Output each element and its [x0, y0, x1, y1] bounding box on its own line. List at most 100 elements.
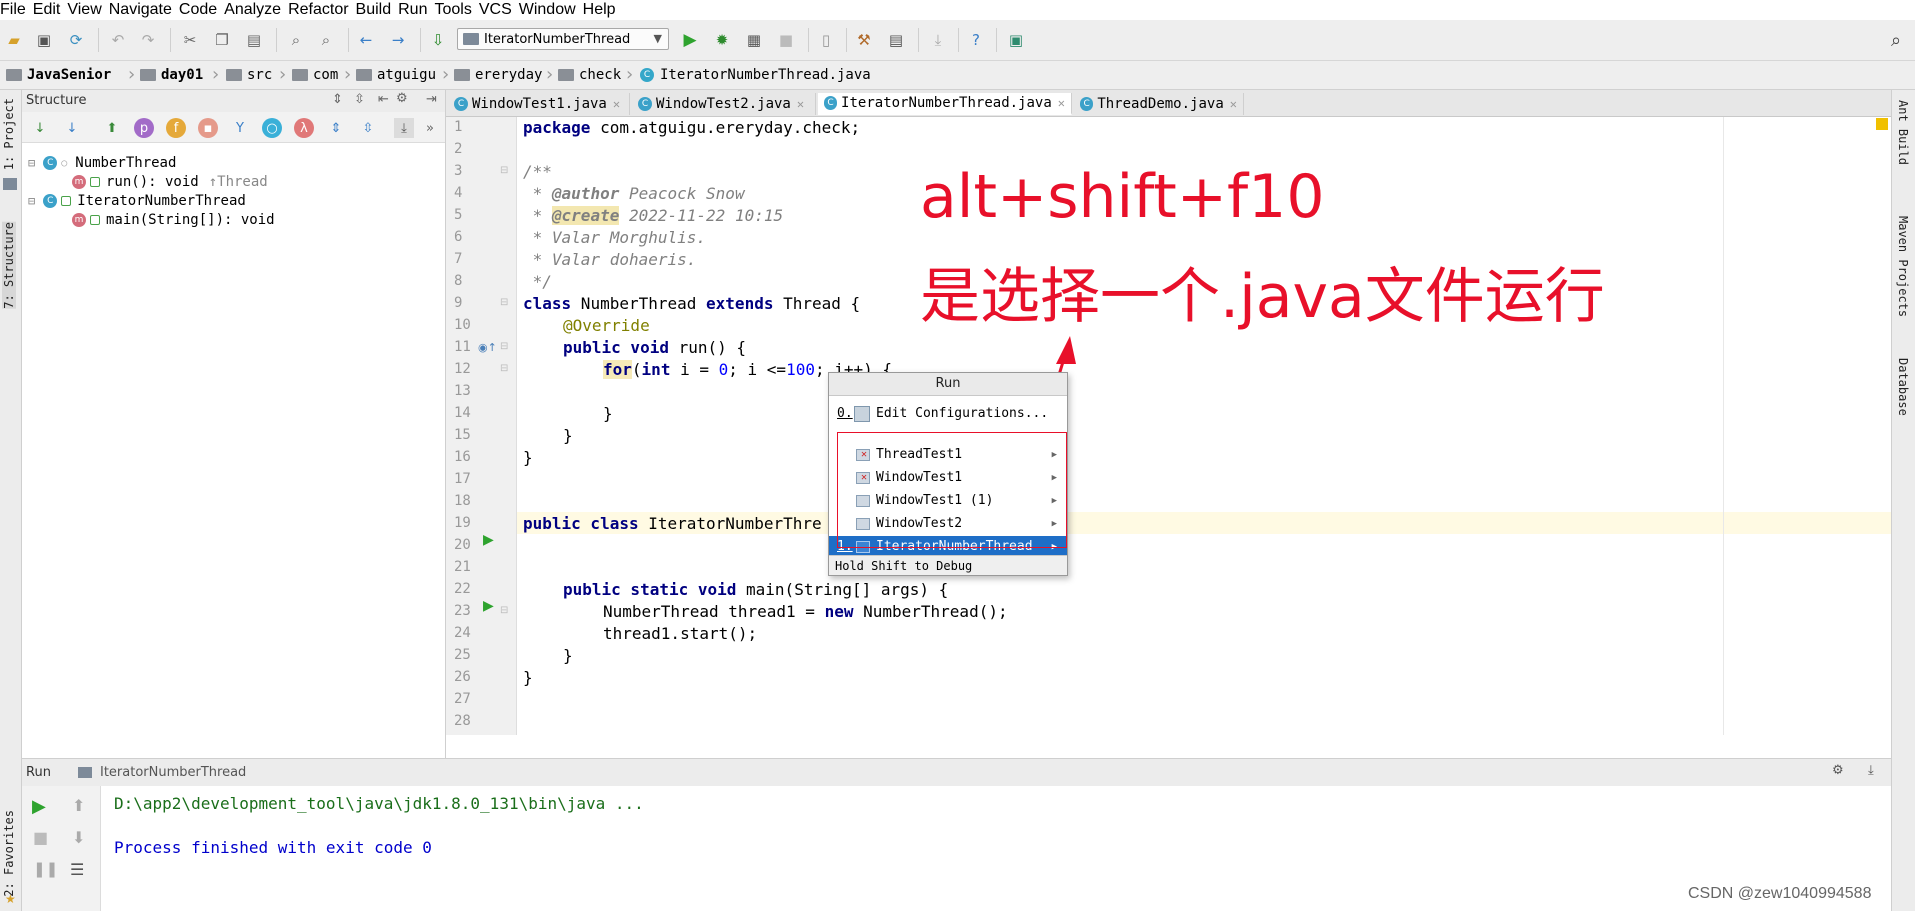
- menu-navigate[interactable]: Navigate: [109, 1, 175, 19]
- breadcrumb-item[interactable]: src: [226, 66, 272, 84]
- more-icon[interactable]: »: [420, 118, 440, 138]
- coverage-icon[interactable]: ▦: [744, 30, 764, 50]
- sdk-icon[interactable]: ▤: [886, 30, 906, 50]
- anonymous-icon[interactable]: Y: [230, 118, 250, 138]
- popup-item-edit-configurations[interactable]: 0. Edit Configurations...: [829, 403, 1067, 425]
- menu-run[interactable]: Run: [398, 1, 430, 19]
- find-icon[interactable]: ⌕: [286, 30, 306, 50]
- build-icon[interactable]: ⇩: [428, 30, 448, 50]
- gear-icon[interactable]: ⚙: [1832, 763, 1844, 778]
- stop-icon[interactable]: ■: [33, 828, 48, 847]
- copy-icon[interactable]: ❐: [212, 30, 232, 50]
- close-icon[interactable]: ✕: [1230, 97, 1237, 111]
- breadcrumb-item[interactable]: check: [558, 66, 621, 84]
- run-config-selector[interactable]: IteratorNumberThread ▼: [457, 28, 669, 50]
- fold-icon[interactable]: ⊟: [500, 297, 508, 308]
- sort-visibility-icon[interactable]: ↓: [30, 118, 50, 138]
- run-gutter-icon[interactable]: ▶: [483, 598, 494, 614]
- collapse-all-icon[interactable]: ⇳: [358, 118, 378, 138]
- tab-threaddemo[interactable]: C ThreadDemo.java ✕: [1074, 93, 1244, 115]
- pause-icon[interactable]: ❚❚: [33, 860, 58, 878]
- tab-structure[interactable]: 7: Structure: [2, 222, 16, 309]
- debug-icon[interactable]: ✹: [712, 30, 732, 50]
- autoscroll-icon[interactable]: ⇤: [378, 92, 389, 107]
- menu-view[interactable]: View: [67, 1, 104, 19]
- back-icon[interactable]: ←: [356, 30, 376, 50]
- menu-build[interactable]: Build: [356, 1, 395, 19]
- help-icon[interactable]: ?: [966, 30, 986, 50]
- gear-icon[interactable]: ⚙: [396, 91, 408, 106]
- non-public-icon[interactable]: ▪: [198, 118, 218, 138]
- download-icon[interactable]: ⤓: [928, 30, 948, 50]
- menu-tools[interactable]: Tools: [434, 1, 474, 19]
- menu-code[interactable]: Code: [179, 1, 220, 19]
- console-output[interactable]: D:\app2\development_tool\java\jdk1.8.0_1…: [101, 786, 1891, 911]
- properties-icon[interactable]: p: [134, 118, 154, 138]
- fold-icon[interactable]: ⊟: [500, 341, 508, 352]
- minimize-icon[interactable]: ⤓: [1868, 763, 1874, 778]
- soft-wrap-icon[interactable]: ☰: [70, 860, 84, 879]
- tab-database[interactable]: Database: [1896, 358, 1910, 416]
- tab-windowtest2[interactable]: C WindowTest2.java ✕: [632, 93, 816, 115]
- project-structure-icon[interactable]: ▯: [816, 30, 836, 50]
- inspection-status-icon[interactable]: [1876, 118, 1888, 130]
- lambda-circle-icon[interactable]: ○: [262, 118, 282, 138]
- replace-icon[interactable]: ⌕: [316, 30, 336, 50]
- paste-icon[interactable]: ▤: [244, 30, 264, 50]
- tab-iteratornumberthread[interactable]: C IteratorNumberThread.java ✕: [818, 93, 1072, 115]
- sync-icon[interactable]: ⟳: [66, 30, 86, 50]
- tree-node-main[interactable]: m main(String[]): void: [72, 211, 275, 229]
- fold-icon[interactable]: ⊟: [500, 605, 508, 616]
- save-icon[interactable]: ▣: [34, 30, 54, 50]
- fold-icon[interactable]: ⊟: [500, 165, 508, 176]
- undo-icon[interactable]: ↶: [108, 30, 128, 50]
- open-folder-icon[interactable]: ▰: [4, 30, 24, 50]
- tab-maven-projects[interactable]: Maven Projects: [1896, 216, 1910, 317]
- rerun-icon[interactable]: ▶: [32, 796, 46, 817]
- run-icon[interactable]: ▶: [680, 30, 700, 50]
- cut-icon[interactable]: ✂: [180, 30, 200, 50]
- menu-edit[interactable]: Edit: [33, 1, 64, 19]
- hide-icon[interactable]: ⇥: [426, 92, 437, 107]
- tab-favorites[interactable]: 2: Favorites: [2, 810, 16, 897]
- expand-icon[interactable]: ⇕: [332, 92, 343, 107]
- autoscroll-to-source-icon[interactable]: ⤓: [394, 118, 414, 138]
- lambda-icon[interactable]: λ: [294, 118, 314, 138]
- fold-icon[interactable]: ⊟: [500, 363, 508, 374]
- fields-icon[interactable]: f: [166, 118, 186, 138]
- breadcrumb-item[interactable]: atguigu: [356, 66, 436, 84]
- menu-refactor[interactable]: Refactor: [288, 1, 351, 19]
- search-icon[interactable]: ⌕: [1886, 30, 1906, 51]
- menu-analyze[interactable]: Analyze: [224, 1, 284, 19]
- menu-window[interactable]: Window: [519, 1, 579, 19]
- breadcrumb-item[interactable]: com: [292, 66, 338, 84]
- tab-ant-build[interactable]: Ant Build: [1896, 100, 1910, 165]
- up-icon[interactable]: ⬆: [72, 796, 85, 815]
- stop-icon[interactable]: ■: [776, 30, 796, 50]
- breadcrumb-item[interactable]: C IteratorNumberThread.java: [640, 66, 871, 84]
- forward-icon[interactable]: →: [388, 30, 408, 50]
- run-config-tab[interactable]: IteratorNumberThread: [78, 765, 246, 780]
- collapse-icon[interactable]: ⇳: [354, 92, 365, 107]
- close-icon[interactable]: ✕: [797, 97, 804, 111]
- tab-windowtest1[interactable]: C WindowTest1.java ✕: [448, 93, 630, 115]
- inherited-icon[interactable]: ⬆: [102, 118, 122, 138]
- run-gutter-icon[interactable]: ▶: [483, 532, 494, 548]
- sort-alpha-icon[interactable]: ↓: [62, 118, 82, 138]
- tree-node-numberthread[interactable]: ⊟ C ○ NumberThread: [28, 154, 176, 172]
- breadcrumb-item[interactable]: day01: [140, 66, 203, 84]
- tree-node-run[interactable]: m run(): void ↑Thread: [72, 173, 268, 191]
- breadcrumb-item[interactable]: JavaSenior: [6, 66, 111, 84]
- breadcrumb-item[interactable]: ereryday: [454, 66, 542, 84]
- settings-icon[interactable]: ⚒: [854, 30, 874, 50]
- tab-project[interactable]: 1: Project: [2, 98, 16, 170]
- override-icon[interactable]: ◉↑: [478, 341, 497, 354]
- close-icon[interactable]: ✕: [613, 97, 620, 111]
- redo-icon[interactable]: ↷: [138, 30, 158, 50]
- tree-node-iteratornumberthread[interactable]: ⊟ C IteratorNumberThread: [28, 192, 246, 210]
- menu-file[interactable]: File: [0, 1, 29, 19]
- close-icon[interactable]: ✕: [1058, 96, 1065, 110]
- expand-all-icon[interactable]: ⇕: [326, 118, 346, 138]
- down-icon[interactable]: ⬇: [72, 828, 85, 847]
- menu-vcs[interactable]: VCS: [479, 1, 515, 19]
